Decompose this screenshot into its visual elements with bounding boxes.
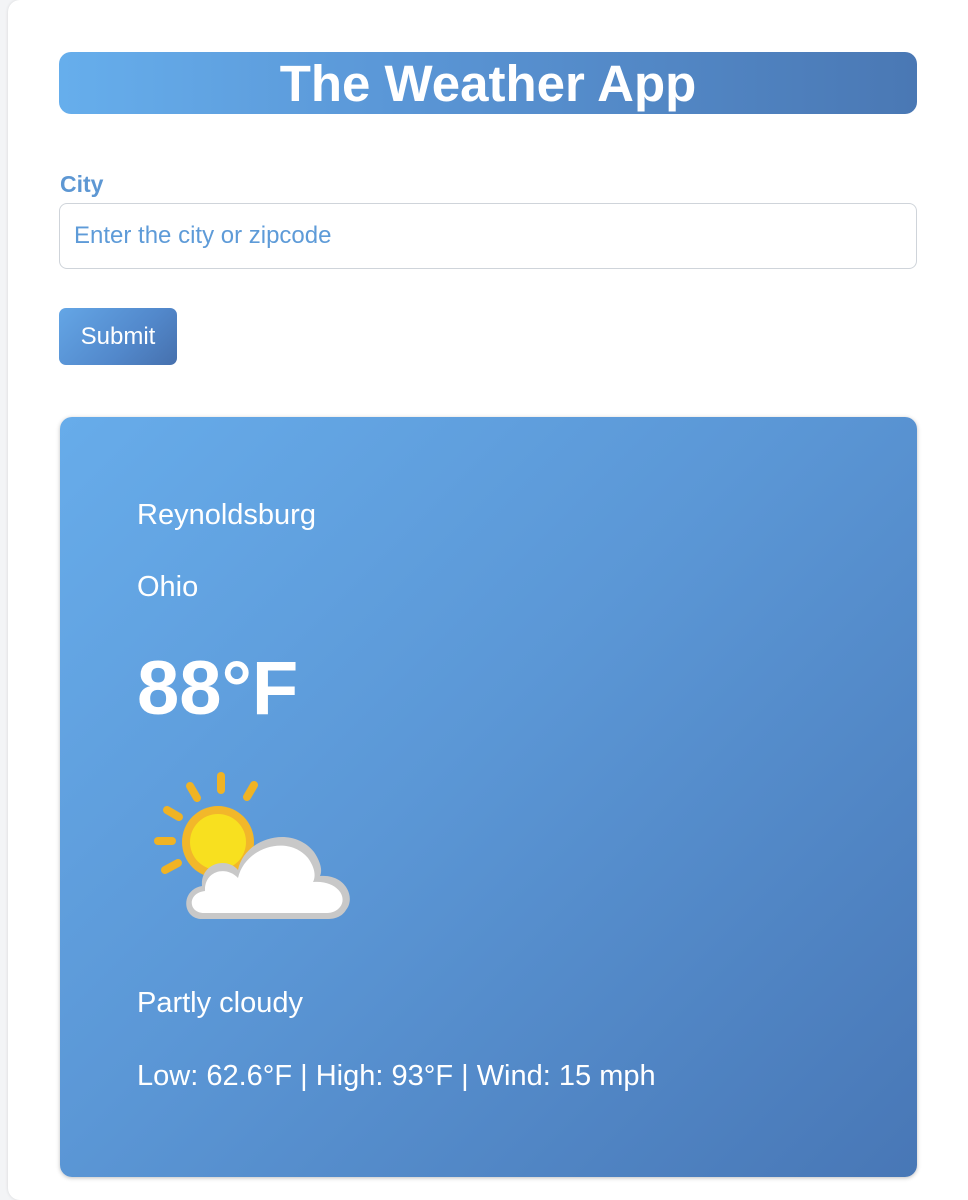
weather-region: Ohio	[137, 571, 199, 603]
weather-card: Reynoldsburg Ohio 88°F Partly cloudy Low…	[60, 417, 917, 1177]
city-label: City	[60, 171, 104, 197]
weather-details: Low: 62.6°F | High: 93°F | Wind: 15 mph	[137, 1060, 656, 1092]
app-header: The Weather App	[59, 52, 917, 114]
weather-city: Reynoldsburg	[137, 499, 316, 531]
partly-cloudy-icon	[154, 772, 350, 919]
submit-button[interactable]: Submit	[59, 308, 177, 365]
weather-temperature: 88°F	[137, 646, 299, 731]
app-title: The Weather App	[279, 54, 697, 112]
weather-condition: Partly cloudy	[137, 987, 304, 1019]
city-input[interactable]	[59, 203, 917, 269]
